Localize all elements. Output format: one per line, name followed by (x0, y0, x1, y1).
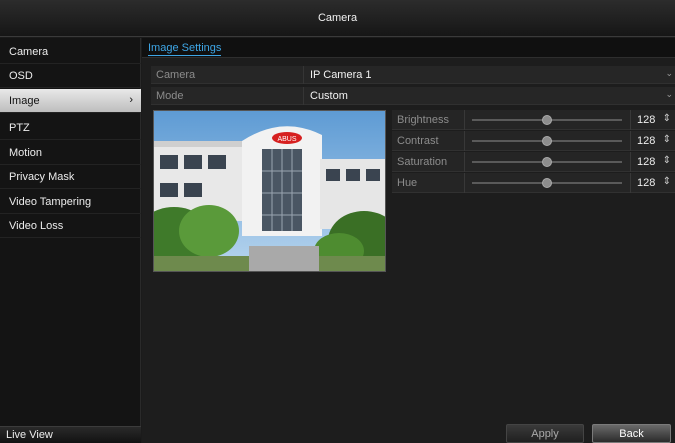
row-divider (303, 87, 304, 105)
title-bar: Camera (0, 0, 675, 37)
contrast-slider[interactable] (472, 136, 622, 146)
camera-select-label: Camera (156, 69, 196, 81)
window-title: Camera (317, 12, 358, 24)
tab-bar: Image Settings (142, 38, 675, 58)
dropdown-arrow-icon[interactable]: ⌄ (665, 68, 673, 79)
sidebar-item-video-loss[interactable]: Video Loss (0, 214, 141, 238)
sidebar-item-label: OSD (9, 69, 33, 82)
sidebar-item-camera[interactable]: Camera (0, 40, 141, 64)
saturation-slider-thumb[interactable] (542, 157, 552, 167)
mode-select-value: Custom (310, 90, 348, 102)
saturation-label: Saturation (397, 156, 448, 168)
spinner-updown-icon[interactable]: ⇕ (663, 134, 671, 145)
tab-image-settings[interactable]: Image Settings (148, 42, 222, 56)
mode-select-label: Mode (156, 90, 184, 102)
spinner-updown-icon[interactable]: ⇕ (663, 155, 671, 166)
sidebar-item-osd[interactable]: OSD (0, 64, 141, 88)
sidebar-item-label: PTZ (9, 121, 30, 134)
hue-control: Hue 128 ⇕ (392, 173, 675, 193)
live-view-button[interactable]: Live View (0, 426, 141, 443)
sidebar-item-label: Video Tampering (9, 195, 92, 208)
sidebar-item-motion[interactable]: Motion (0, 141, 141, 165)
camera-preview-graphic: ABUS (154, 111, 385, 271)
hue-value[interactable]: 128 (637, 177, 655, 189)
sidebar-item-label: Camera (9, 45, 49, 58)
apply-button[interactable]: Apply (506, 424, 584, 443)
column-divider (464, 110, 465, 130)
sidebar-item-label: Motion (9, 146, 43, 159)
contrast-control: Contrast 128 ⇕ (392, 131, 675, 151)
back-button[interactable]: Back (592, 424, 671, 443)
camera-select-value: IP Camera 1 (310, 69, 372, 81)
sidebar-item-label: Image (9, 94, 40, 107)
column-divider (630, 173, 631, 193)
sidebar-item-image[interactable]: Image › (0, 89, 141, 113)
hue-label: Hue (397, 177, 418, 189)
contrast-label: Contrast (397, 135, 439, 147)
sidebar-item-label: Privacy Mask (9, 170, 75, 183)
chevron-right-icon: › (129, 94, 133, 106)
mode-select-row[interactable]: Mode Custom ⌄ (151, 87, 675, 105)
spinner-updown-icon[interactable]: ⇕ (663, 176, 671, 187)
saturation-control: Saturation 128 ⇕ (392, 152, 675, 172)
spinner-updown-icon[interactable]: ⇕ (663, 113, 671, 124)
camera-settings-window: Camera Camera OSD Image › PTZ Motion Pri… (0, 0, 675, 443)
column-divider (464, 131, 465, 151)
saturation-slider[interactable] (472, 157, 622, 167)
contrast-slider-thumb[interactable] (542, 136, 552, 146)
brightness-label: Brightness (397, 114, 449, 126)
camera-preview-image: ABUS (153, 110, 386, 272)
live-view-label: Live View (6, 429, 53, 441)
column-divider (630, 131, 631, 151)
saturation-value[interactable]: 128 (637, 156, 655, 168)
sidebar-item-privacy-mask[interactable]: Privacy Mask (0, 165, 141, 189)
row-divider (303, 66, 304, 84)
camera-select-row[interactable]: Camera IP Camera 1 ⌄ (151, 66, 675, 84)
sidebar-item-label: Video Loss (9, 219, 64, 232)
column-divider (464, 173, 465, 193)
contrast-value[interactable]: 128 (637, 135, 655, 147)
building-sign-text: ABUS (277, 136, 296, 143)
column-divider (464, 152, 465, 172)
hue-slider[interactable] (472, 178, 622, 188)
column-divider (630, 110, 631, 130)
brightness-slider[interactable] (472, 115, 622, 125)
hue-slider-thumb[interactable] (542, 178, 552, 188)
dropdown-arrow-icon[interactable]: ⌄ (665, 89, 673, 100)
brightness-slider-thumb[interactable] (542, 115, 552, 125)
main-panel: Image Settings Camera IP Camera 1 ⌄ Mode… (142, 38, 675, 443)
sidebar: Camera OSD Image › PTZ Motion Privacy Ma… (0, 38, 141, 443)
column-divider (630, 152, 631, 172)
brightness-value[interactable]: 128 (637, 114, 655, 126)
sidebar-item-video-tampering[interactable]: Video Tampering (0, 190, 141, 214)
brightness-control: Brightness 128 ⇕ (392, 110, 675, 130)
sidebar-item-ptz[interactable]: PTZ (0, 116, 141, 140)
